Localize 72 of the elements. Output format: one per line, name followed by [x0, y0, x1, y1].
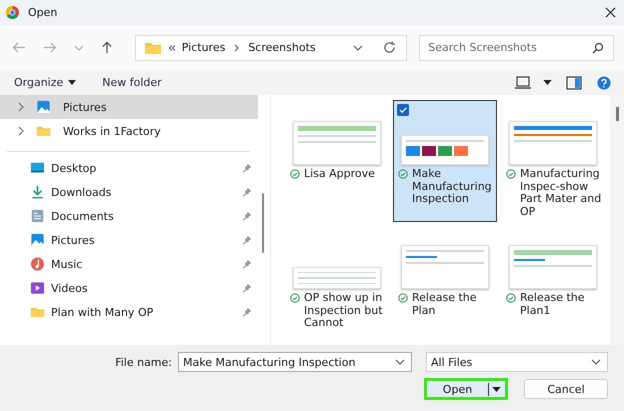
picture-icon	[30, 233, 45, 247]
file-name: Lisa Approve	[304, 168, 375, 180]
preview-pane-icon[interactable]	[566, 76, 582, 90]
up-arrow-icon[interactable]	[100, 41, 114, 54]
file-tile[interactable]: Make Manufacturing Inspection	[393, 100, 497, 222]
window-title: Open	[28, 6, 58, 19]
pin-icon[interactable]	[242, 283, 252, 293]
file-name: Make Manufacturing Inspection	[412, 168, 493, 206]
file-name-label: File name:	[115, 356, 172, 368]
file-tile[interactable]: Manufacturing Inspec-show Part Mater and OP	[501, 100, 605, 222]
file-tile[interactable]: Release the Plan1	[501, 224, 605, 334]
new-folder-button[interactable]: New folder	[96, 74, 168, 91]
folder-icon	[30, 305, 45, 319]
pin-icon[interactable]	[242, 307, 252, 317]
quick-access-item[interactable]: Videos	[0, 276, 258, 300]
chevron-down-icon[interactable]	[353, 44, 364, 50]
music-icon	[30, 257, 45, 271]
breadcrumb[interactable]: Screenshots	[248, 41, 316, 54]
help-icon[interactable]	[596, 76, 612, 90]
folder-icon	[36, 124, 51, 138]
file-name-field[interactable]: Make Manufacturing Inspection	[178, 352, 412, 372]
quick-access-item[interactable]: Downloads	[0, 180, 258, 204]
quick-access-item[interactable]: Pictures	[0, 228, 258, 252]
quick-access-item[interactable]: Music	[0, 252, 258, 276]
file-name: OP show up in Inspection but Cannot	[304, 292, 384, 330]
file-name: Manufacturing Inspec-show Part Mater and OP	[520, 168, 602, 218]
video-icon	[30, 281, 45, 295]
file-name: Release the Plan1	[520, 292, 586, 317]
scrollbar-thumb[interactable]	[616, 107, 619, 121]
picture-icon	[36, 100, 51, 114]
dropdown-caret-icon[interactable]	[492, 386, 501, 392]
forward-arrow-icon[interactable]	[42, 41, 57, 54]
document-icon	[30, 209, 45, 223]
download-icon	[30, 185, 45, 199]
file-tile[interactable]: OP show up in Inspection but Cannot	[285, 224, 389, 334]
file-tile[interactable]: Lisa Approve	[285, 100, 389, 222]
pin-icon[interactable]	[242, 187, 252, 197]
back-arrow-icon[interactable]	[12, 41, 26, 54]
tree-item[interactable]: Pictures	[0, 95, 258, 119]
pin-icon[interactable]	[242, 163, 252, 173]
chevron-down-icon[interactable]	[395, 359, 405, 365]
close-icon[interactable]	[605, 7, 616, 18]
desktop-icon	[30, 161, 45, 175]
expand-chevron-icon[interactable]	[18, 126, 24, 136]
expand-chevron-icon[interactable]	[18, 102, 24, 112]
file-name: Release the Plan	[412, 292, 478, 317]
dropdown-caret-icon[interactable]	[543, 80, 552, 85]
tree-item[interactable]: Works in 1Factory	[0, 119, 258, 143]
view-icon[interactable]	[515, 76, 531, 90]
chevron-down-icon[interactable]	[591, 359, 601, 365]
checkbox-icon[interactable]	[397, 104, 409, 116]
refresh-icon[interactable]	[383, 41, 396, 54]
file-type-dropdown[interactable]: All Files	[426, 352, 608, 372]
pin-icon[interactable]	[242, 259, 252, 269]
browser-logo-icon	[5, 5, 20, 20]
quick-access-item[interactable]: Plan with Many OP	[0, 300, 258, 324]
file-tile[interactable]: Release the Plan	[393, 224, 497, 334]
cancel-button[interactable]: Cancel	[524, 379, 608, 399]
folder-icon	[144, 40, 162, 54]
pin-icon[interactable]	[242, 235, 252, 245]
path-separator-icon	[234, 44, 240, 52]
organize-menu[interactable]: Organize	[8, 74, 82, 91]
open-split-button[interactable]: Open	[424, 378, 508, 400]
search-field[interactable]: Search Screenshots	[419, 34, 614, 60]
overflow-chevron-icon[interactable]	[168, 44, 176, 50]
quick-access-item[interactable]: Desktop	[0, 156, 258, 180]
address-bar[interactable]: Pictures Screenshots	[134, 34, 408, 60]
quick-access-item[interactable]: Documents	[0, 204, 258, 228]
scrollbar-thumb[interactable]	[262, 193, 264, 253]
pin-icon[interactable]	[242, 211, 252, 221]
search-icon	[592, 42, 604, 54]
breadcrumb[interactable]: Pictures	[182, 41, 226, 54]
